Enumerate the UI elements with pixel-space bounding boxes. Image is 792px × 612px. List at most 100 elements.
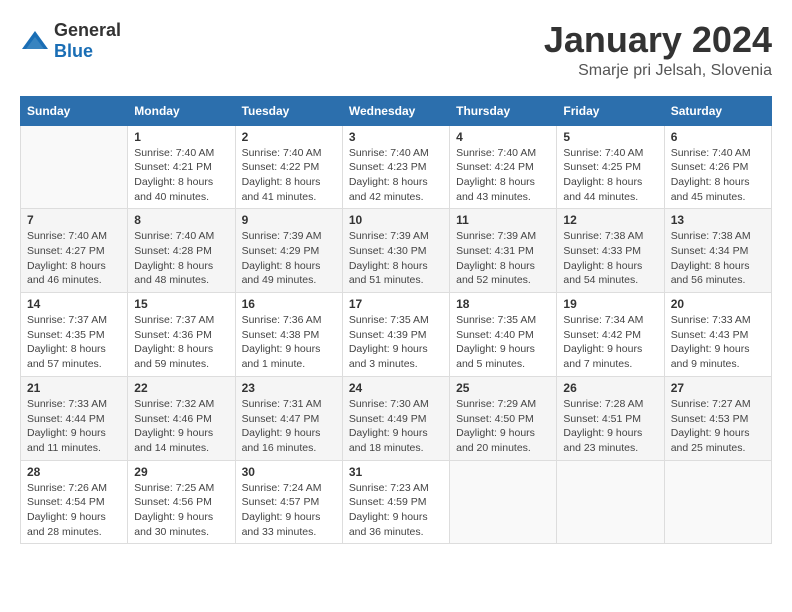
day-number: 6 [671,130,765,144]
calendar-cell: 18 Sunrise: 7:35 AM Sunset: 4:40 PM Dayli… [450,293,557,377]
logo-icon [20,29,50,53]
day-number: 2 [242,130,336,144]
day-number: 28 [27,465,121,479]
day-number: 17 [349,297,443,311]
day-info: Sunrise: 7:40 AM Sunset: 4:24 PM Dayligh… [456,146,550,205]
day-number: 21 [27,381,121,395]
calendar-week-row: 1 Sunrise: 7:40 AM Sunset: 4:21 PM Daylig… [21,125,772,209]
calendar-cell: 1 Sunrise: 7:40 AM Sunset: 4:21 PM Daylig… [128,125,235,209]
day-number: 30 [242,465,336,479]
header-day-friday: Friday [557,96,664,125]
day-number: 19 [563,297,657,311]
day-info: Sunrise: 7:40 AM Sunset: 4:23 PM Dayligh… [349,146,443,205]
day-number: 11 [456,213,550,227]
calendar-cell: 11 Sunrise: 7:39 AM Sunset: 4:31 PM Dayli… [450,209,557,293]
day-info: Sunrise: 7:39 AM Sunset: 4:31 PM Dayligh… [456,229,550,288]
calendar-cell: 12 Sunrise: 7:38 AM Sunset: 4:33 PM Dayli… [557,209,664,293]
day-info: Sunrise: 7:23 AM Sunset: 4:59 PM Dayligh… [349,481,443,540]
calendar-cell: 26 Sunrise: 7:28 AM Sunset: 4:51 PM Dayli… [557,376,664,460]
calendar-week-row: 28 Sunrise: 7:26 AM Sunset: 4:54 PM Dayli… [21,460,772,544]
day-info: Sunrise: 7:32 AM Sunset: 4:46 PM Dayligh… [134,397,228,456]
calendar-cell: 15 Sunrise: 7:37 AM Sunset: 4:36 PM Dayli… [128,293,235,377]
day-number: 22 [134,381,228,395]
header-day-tuesday: Tuesday [235,96,342,125]
calendar-cell: 5 Sunrise: 7:40 AM Sunset: 4:25 PM Daylig… [557,125,664,209]
day-number: 8 [134,213,228,227]
day-info: Sunrise: 7:40 AM Sunset: 4:26 PM Dayligh… [671,146,765,205]
day-info: Sunrise: 7:25 AM Sunset: 4:56 PM Dayligh… [134,481,228,540]
day-number: 15 [134,297,228,311]
day-number: 10 [349,213,443,227]
day-number: 24 [349,381,443,395]
calendar-cell [21,125,128,209]
calendar-cell: 10 Sunrise: 7:39 AM Sunset: 4:30 PM Dayli… [342,209,449,293]
day-info: Sunrise: 7:40 AM Sunset: 4:25 PM Dayligh… [563,146,657,205]
calendar-header-row: SundayMondayTuesdayWednesdayThursdayFrid… [21,96,772,125]
day-number: 5 [563,130,657,144]
calendar-cell: 22 Sunrise: 7:32 AM Sunset: 4:46 PM Dayli… [128,376,235,460]
calendar-cell: 13 Sunrise: 7:38 AM Sunset: 4:34 PM Dayli… [664,209,771,293]
day-info: Sunrise: 7:39 AM Sunset: 4:30 PM Dayligh… [349,229,443,288]
calendar-cell: 29Sunrise: 7:25 AM Sunset: 4:56 PM Dayli… [128,460,235,544]
day-number: 14 [27,297,121,311]
day-number: 1 [134,130,228,144]
day-info: Sunrise: 7:24 AM Sunset: 4:57 PM Dayligh… [242,481,336,540]
calendar-cell: 27 Sunrise: 7:27 AM Sunset: 4:53 PM Dayli… [664,376,771,460]
page-header: General Blue January 2024 Smarje pri Jel… [20,20,772,80]
day-info: Sunrise: 7:28 AM Sunset: 4:51 PM Dayligh… [563,397,657,456]
day-number: 9 [242,213,336,227]
calendar-week-row: 21 Sunrise: 7:33 AM Sunset: 4:44 PM Dayli… [21,376,772,460]
day-info: Sunrise: 7:33 AM Sunset: 4:43 PM Dayligh… [671,313,765,372]
day-number: 20 [671,297,765,311]
day-info: Sunrise: 7:26 AM Sunset: 4:54 PM Dayligh… [27,481,121,540]
day-info: Sunrise: 7:37 AM Sunset: 4:35 PM Dayligh… [27,313,121,372]
day-info: Sunrise: 7:38 AM Sunset: 4:34 PM Dayligh… [671,229,765,288]
day-info: Sunrise: 7:36 AM Sunset: 4:38 PM Dayligh… [242,313,336,372]
calendar-cell: 3 Sunrise: 7:40 AM Sunset: 4:23 PM Daylig… [342,125,449,209]
logo-wordmark: General Blue [54,20,121,62]
header-day-thursday: Thursday [450,96,557,125]
day-info: Sunrise: 7:31 AM Sunset: 4:47 PM Dayligh… [242,397,336,456]
calendar-cell: 21 Sunrise: 7:33 AM Sunset: 4:44 PM Dayli… [21,376,128,460]
calendar-cell: 2Sunrise: 7:40 AM Sunset: 4:22 PM Daylig… [235,125,342,209]
calendar-cell [450,460,557,544]
logo-general: General [54,20,121,40]
day-number: 3 [349,130,443,144]
header-day-saturday: Saturday [664,96,771,125]
calendar-cell: 16Sunrise: 7:36 AM Sunset: 4:38 PM Dayli… [235,293,342,377]
header-day-wednesday: Wednesday [342,96,449,125]
day-info: Sunrise: 7:39 AM Sunset: 4:29 PM Dayligh… [242,229,336,288]
day-info: Sunrise: 7:29 AM Sunset: 4:50 PM Dayligh… [456,397,550,456]
calendar-cell: 20 Sunrise: 7:33 AM Sunset: 4:43 PM Dayli… [664,293,771,377]
day-number: 12 [563,213,657,227]
day-number: 27 [671,381,765,395]
calendar-table: SundayMondayTuesdayWednesdayThursdayFrid… [20,96,772,545]
calendar-cell: 19Sunrise: 7:34 AM Sunset: 4:42 PM Dayli… [557,293,664,377]
day-number: 13 [671,213,765,227]
day-info: Sunrise: 7:35 AM Sunset: 4:40 PM Dayligh… [456,313,550,372]
calendar-cell: 28 Sunrise: 7:26 AM Sunset: 4:54 PM Dayli… [21,460,128,544]
month-title: January 2024 [544,20,772,60]
calendar-cell: 4 Sunrise: 7:40 AM Sunset: 4:24 PM Daylig… [450,125,557,209]
calendar-week-row: 7Sunrise: 7:40 AM Sunset: 4:27 PM Daylig… [21,209,772,293]
calendar-cell [557,460,664,544]
calendar-cell: 30 Sunrise: 7:24 AM Sunset: 4:57 PM Dayli… [235,460,342,544]
day-info: Sunrise: 7:38 AM Sunset: 4:33 PM Dayligh… [563,229,657,288]
logo-blue: Blue [54,41,93,61]
calendar-cell: 23Sunrise: 7:31 AM Sunset: 4:47 PM Dayli… [235,376,342,460]
day-number: 31 [349,465,443,479]
calendar-cell [664,460,771,544]
day-info: Sunrise: 7:40 AM Sunset: 4:28 PM Dayligh… [134,229,228,288]
header-day-monday: Monday [128,96,235,125]
day-number: 26 [563,381,657,395]
calendar-cell: 7Sunrise: 7:40 AM Sunset: 4:27 PM Daylig… [21,209,128,293]
day-number: 4 [456,130,550,144]
day-info: Sunrise: 7:40 AM Sunset: 4:21 PM Dayligh… [134,146,228,205]
day-info: Sunrise: 7:37 AM Sunset: 4:36 PM Dayligh… [134,313,228,372]
logo: General Blue [20,20,121,62]
day-number: 18 [456,297,550,311]
day-info: Sunrise: 7:27 AM Sunset: 4:53 PM Dayligh… [671,397,765,456]
day-info: Sunrise: 7:35 AM Sunset: 4:39 PM Dayligh… [349,313,443,372]
calendar-cell: 9 Sunrise: 7:39 AM Sunset: 4:29 PM Daylig… [235,209,342,293]
day-info: Sunrise: 7:33 AM Sunset: 4:44 PM Dayligh… [27,397,121,456]
